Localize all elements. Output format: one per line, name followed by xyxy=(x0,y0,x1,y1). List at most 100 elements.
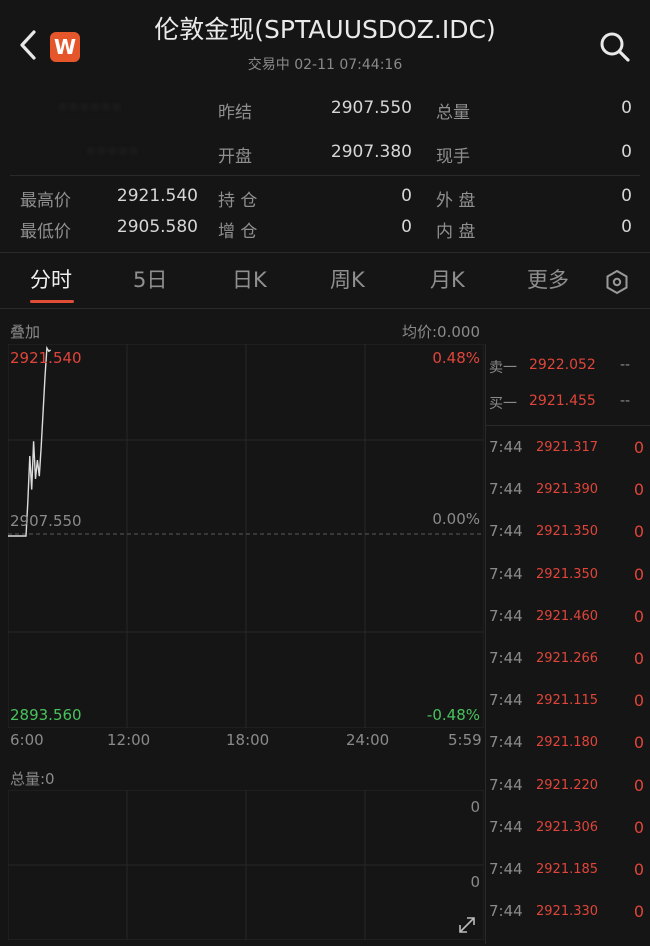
volume-axis-bottom: 0 xyxy=(470,873,480,891)
x-tick-label: 24:00 xyxy=(346,731,390,749)
trade-time: 7:44 xyxy=(489,480,523,499)
page-title: 伦敦金现(SPTAUUSDOZ.IDC) xyxy=(154,15,496,44)
price-change-blurred: · · · · · xyxy=(88,142,137,162)
ask-price: 2922.052 xyxy=(529,357,596,373)
trade-list[interactable]: 7:44 2921.317 0 7:44 2921.390 0 7:44 2921.350 0 7… xyxy=(486,430,650,940)
open-label: 开盘 xyxy=(218,147,252,167)
volume-axis-top: 0 xyxy=(470,798,480,816)
trading-status: 交易中 02-11 07:44:16 xyxy=(247,57,403,73)
trade-time: 7:44 xyxy=(489,438,523,456)
position-value: 0 xyxy=(401,186,412,206)
total-volume-label: 总量 xyxy=(436,103,470,123)
trade-price: 2921.460 xyxy=(536,608,599,624)
divider xyxy=(486,425,650,426)
volume-chart xyxy=(8,790,484,940)
pct-axis-mid: 0.00% xyxy=(432,510,480,528)
x-tick-label: 6:00 xyxy=(10,731,44,749)
trade-volume: 0 xyxy=(633,691,644,711)
trade-row: 7:44 2921.330 0 xyxy=(486,894,650,928)
ask-volume: -- xyxy=(620,357,631,373)
trade-row: 7:44 2921.115 0 xyxy=(486,683,650,717)
trade-volume: 0 xyxy=(633,902,644,922)
position-label: 持 仓 xyxy=(218,191,258,211)
trade-row: 7:44 2921.390 0 xyxy=(486,472,650,506)
search-icon[interactable] xyxy=(598,30,632,64)
intraday-price-chart[interactable] xyxy=(8,344,484,728)
divider xyxy=(10,175,640,176)
trade-time: 7:44 xyxy=(489,733,523,752)
trade-row: 7:44 2921.220 0 xyxy=(486,768,650,802)
add-position-label: 增 仓 xyxy=(218,222,258,242)
low-value: 2905.580 xyxy=(116,217,198,237)
tab-daily-k[interactable]: 日K xyxy=(232,264,267,294)
fullscreen-expand-icon[interactable] xyxy=(456,914,478,936)
settings-hexagon-icon[interactable] xyxy=(603,268,631,296)
bid-volume: -- xyxy=(620,393,631,409)
tab-monthly-k[interactable]: 月K xyxy=(430,264,465,294)
tab-5day[interactable]: 5日 xyxy=(133,264,167,294)
trade-row: 7:44 2921.350 0 xyxy=(486,514,650,548)
trade-time: 7:44 xyxy=(489,649,523,667)
trade-time: 7:44 xyxy=(489,860,523,878)
bid-label: 买一 xyxy=(489,396,517,412)
pct-axis-top: 0.48% xyxy=(432,349,480,367)
trade-price: 2921.317 xyxy=(536,440,599,455)
outer-value: 0 xyxy=(621,186,632,206)
x-tick-label: 5:59 xyxy=(448,731,482,749)
trade-row: 7:44 2921.266 0 xyxy=(486,641,650,675)
trade-row: 7:44 2921.460 0 xyxy=(486,599,650,633)
prev-close-value: 2907.550 xyxy=(330,98,412,118)
trade-time: 7:44 xyxy=(489,775,523,794)
trade-price: 2921.115 xyxy=(536,693,599,709)
trade-price: 2921.330 xyxy=(536,904,599,920)
trade-price: 2921.220 xyxy=(536,777,599,793)
trade-volume: 0 xyxy=(633,733,644,753)
latest-price-blurred: · · · · · · xyxy=(60,98,120,118)
trade-price: 2921.266 xyxy=(536,651,599,666)
trade-volume: 0 xyxy=(633,817,644,837)
inner-label: 内 盘 xyxy=(436,222,476,242)
trade-price: 2921.390 xyxy=(536,482,599,498)
high-value: 2921.540 xyxy=(116,186,198,206)
add-position-value: 0 xyxy=(401,217,412,237)
bid-price: 2921.455 xyxy=(529,393,596,409)
trade-volume: 0 xyxy=(633,606,644,626)
pct-axis-bottom: -0.48% xyxy=(426,706,480,724)
ask-label: 卖一 xyxy=(489,360,517,376)
overlay-button[interactable]: 叠加 xyxy=(10,321,40,342)
current-volume-label: 现手 xyxy=(436,147,470,167)
price-line xyxy=(8,345,52,537)
trade-row: 7:44 2921.317 0 xyxy=(486,430,650,464)
tab-more[interactable]: 更多 xyxy=(527,264,569,294)
x-tick-label: 12:00 xyxy=(107,731,151,749)
trade-volume: 0 xyxy=(633,860,644,879)
trade-volume: 0 xyxy=(633,564,644,584)
trade-row: 7:44 2921.350 0 xyxy=(486,557,650,591)
outer-label: 外 盘 xyxy=(436,191,476,211)
trade-price: 2921.350 xyxy=(536,524,599,540)
x-tick-label: 18:00 xyxy=(226,731,270,749)
price-axis-bottom: 2893.560 xyxy=(10,706,82,724)
open-value: 2907.380 xyxy=(330,142,412,162)
trade-time: 7:44 xyxy=(489,564,523,583)
trade-time: 7:44 xyxy=(489,691,523,710)
trade-price: 2921.306 xyxy=(536,819,599,835)
trade-price: 2921.350 xyxy=(536,566,599,582)
tab-weekly-k[interactable]: 周K xyxy=(330,264,365,294)
trade-time: 7:44 xyxy=(489,817,523,836)
volume-total-label: 总量:0 xyxy=(10,770,55,788)
trade-volume: 0 xyxy=(633,438,644,457)
trade-time: 7:44 xyxy=(489,902,523,921)
avg-price-label: 均价:0.000 xyxy=(402,323,480,341)
tab-intraday[interactable]: 分时 xyxy=(30,264,72,294)
current-volume-value: 0 xyxy=(621,142,632,162)
price-axis-mid: 2907.550 xyxy=(10,512,82,530)
inner-value: 0 xyxy=(621,217,632,237)
price-axis-top: 2921.540 xyxy=(10,349,82,367)
trade-volume: 0 xyxy=(633,775,644,795)
total-volume-value: 0 xyxy=(621,98,632,118)
prev-close-label: 昨结 xyxy=(218,103,252,123)
trade-time: 7:44 xyxy=(489,606,523,625)
trade-volume: 0 xyxy=(633,480,644,500)
trade-price: 2921.185 xyxy=(536,862,599,877)
